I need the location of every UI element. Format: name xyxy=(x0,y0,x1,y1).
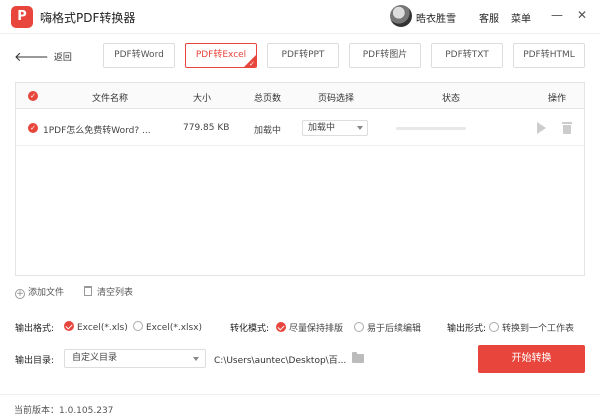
folder-icon[interactable] xyxy=(352,352,364,363)
file-name: 1PDF怎么免费转Word? ... xyxy=(43,126,151,136)
format-xlsx-label: Excel(*.xlsx) xyxy=(146,323,203,333)
back-label: 返回 xyxy=(53,53,72,63)
radio-checked-icon xyxy=(64,321,74,331)
trash-icon xyxy=(84,286,92,296)
radio-unchecked-icon xyxy=(133,321,143,331)
radio-unchecked-icon xyxy=(354,322,364,332)
output-path: C:\Users\auntec\Desktop\百... xyxy=(214,356,347,366)
format-xls-radio[interactable]: Excel(*.xls) xyxy=(64,321,128,333)
mode-keep-layout-label: 尽量保持排版 xyxy=(289,324,344,334)
tab-pdf-to-ppt[interactable]: PDF转PPT xyxy=(267,43,339,68)
clear-list-button[interactable]: 清空列表 xyxy=(84,285,133,298)
page-count: 加载中 xyxy=(254,126,282,136)
output-dir-label: 输出目录: xyxy=(15,356,55,366)
format-xls-label: Excel(*.xls) xyxy=(77,323,128,333)
version-text: 当前版本：1.0.105.237 xyxy=(14,406,114,416)
service-link[interactable]: 客服 xyxy=(479,10,499,25)
page-range-value: 加载中 xyxy=(308,123,336,133)
close-button[interactable]: ✕ xyxy=(574,7,590,23)
tab-pdf-to-html[interactable]: PDF转HTML xyxy=(513,43,585,68)
column-header-actions: 操作 xyxy=(548,94,567,104)
table-header: ✓ 文件名称 大小 总页数 页码选择 状态 操作 xyxy=(16,83,584,109)
tab-pdf-to-excel[interactable]: PDF转Excel ✓ xyxy=(185,43,257,68)
format-xlsx-radio[interactable]: Excel(*.xlsx) xyxy=(133,321,202,333)
back-button[interactable]: 🡐 返回 xyxy=(14,49,72,65)
output-dir-select[interactable]: 自定义目录 xyxy=(64,349,206,368)
file-size: 779.85 KB xyxy=(183,123,230,133)
convert-mode-label: 转化模式: xyxy=(230,324,270,334)
check-icon: ✓ xyxy=(249,60,255,68)
chevron-down-icon xyxy=(357,126,363,130)
app-title: 嗨格式PDF转换器 xyxy=(40,11,136,25)
file-table: ✓ 文件名称 大小 总页数 页码选择 状态 操作 ✓ 1PDF怎么免费转Word… xyxy=(15,82,585,276)
form-one-sheet-label: 转换到一个工作表 xyxy=(502,324,575,334)
page-range-select[interactable]: 加载中 xyxy=(302,120,368,136)
footer: 当前版本：1.0.105.237 xyxy=(0,394,600,420)
chevron-down-icon xyxy=(193,357,199,361)
column-header-name: 文件名称 xyxy=(92,94,129,104)
trash-icon[interactable] xyxy=(562,122,572,134)
add-file-label: 添加文件 xyxy=(28,288,65,298)
mode-easy-edit-radio[interactable]: 易于后续编辑 xyxy=(354,321,421,334)
radio-checked-icon xyxy=(276,322,286,332)
column-header-status: 状态 xyxy=(442,94,461,104)
output-form-label: 输出形式: xyxy=(447,324,487,334)
column-header-pages: 总页数 xyxy=(254,94,282,104)
row-checkbox[interactable]: ✓ xyxy=(28,123,38,133)
progress-bar xyxy=(396,127,466,130)
column-header-size: 大小 xyxy=(193,94,212,104)
play-icon[interactable] xyxy=(537,122,546,134)
avatar[interactable] xyxy=(390,5,412,27)
tab-pdf-to-word[interactable]: PDF转Word xyxy=(103,43,175,68)
start-convert-button[interactable]: 开始转换 xyxy=(478,345,585,373)
output-format-label: 输出格式: xyxy=(15,324,55,334)
menu-link[interactable]: 菜单 xyxy=(511,10,531,25)
minimize-button[interactable]: — xyxy=(549,7,565,23)
form-one-sheet-radio[interactable]: 转换到一个工作表 xyxy=(489,321,574,334)
tab-pdf-to-image[interactable]: PDF转图片 xyxy=(349,43,421,68)
tab-pdf-to-txt[interactable]: PDF转TXT xyxy=(431,43,503,68)
radio-unchecked-icon xyxy=(489,322,499,332)
back-arrow-icon: 🡐 xyxy=(14,50,49,65)
table-row[interactable]: ✓ 1PDF怎么免费转Word? ... 779.85 KB 加载中 加载中 xyxy=(16,110,584,146)
tab-label: PDF转Excel xyxy=(195,50,247,60)
mode-easy-edit-label: 易于后续编辑 xyxy=(367,324,422,334)
app-logo: P xyxy=(11,6,33,28)
output-dir-value: 自定义目录 xyxy=(72,353,118,363)
add-file-button[interactable]: + 添加文件 xyxy=(15,285,64,299)
mode-keep-layout-radio[interactable]: 尽量保持排版 xyxy=(276,321,343,334)
select-all-checkbox[interactable]: ✓ xyxy=(28,91,38,101)
user-name[interactable]: 晧衣胜雪 xyxy=(416,10,456,25)
column-header-page-select: 页码选择 xyxy=(318,94,355,104)
plus-icon: + xyxy=(15,289,25,299)
title-bar: P 嗨格式PDF转换器 晧衣胜雪 客服 菜单 — ✕ xyxy=(0,0,600,34)
clear-list-label: 清空列表 xyxy=(97,288,134,298)
